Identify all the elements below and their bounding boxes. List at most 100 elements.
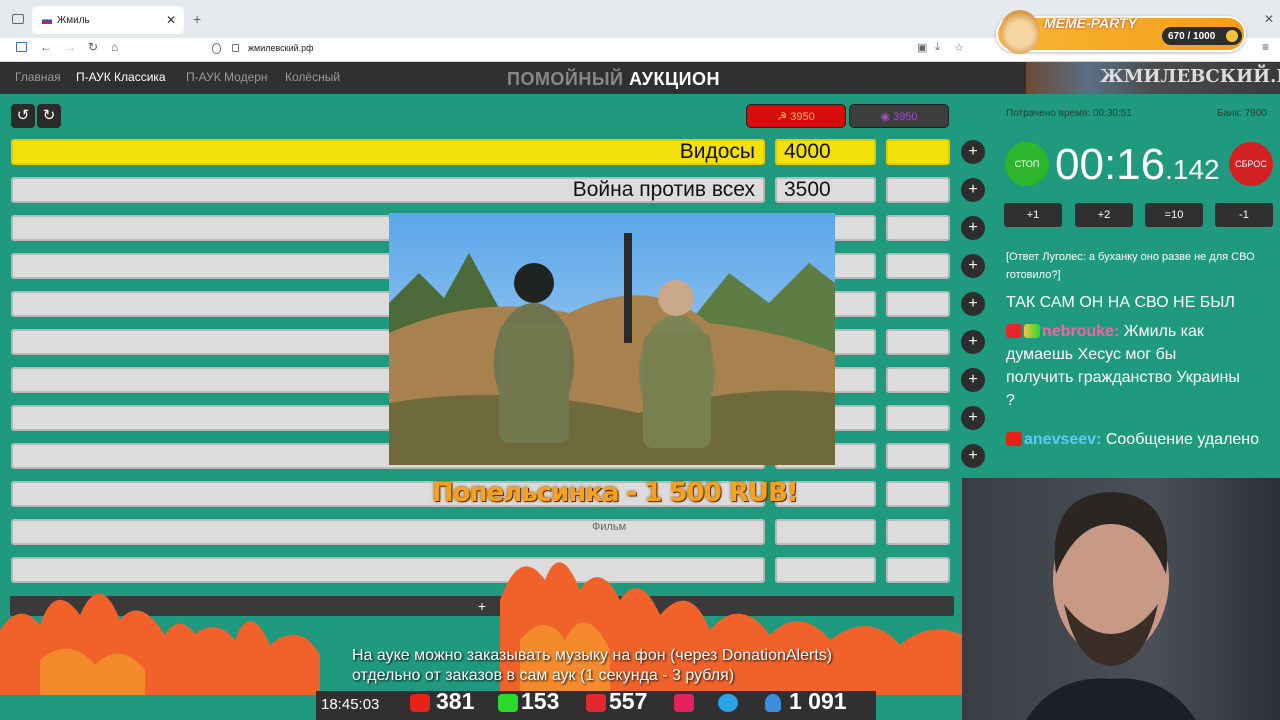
chat-message: ТАК САМ ОН НА СВО НЕ БЫЛ bbox=[1006, 294, 1235, 311]
stream-clock: 18:45:03 bbox=[321, 696, 380, 713]
reload-icon[interactable]: ↻ bbox=[88, 40, 98, 54]
bank-value: Банк: 7900 bbox=[1217, 108, 1267, 119]
lot-add-amount-field[interactable] bbox=[886, 329, 950, 355]
minus-1-button[interactable]: -1 bbox=[1215, 203, 1273, 227]
undo-button[interactable]: ↺ bbox=[11, 104, 35, 128]
kick-icon bbox=[498, 694, 518, 712]
sidebar-toggle-icon[interactable] bbox=[12, 14, 24, 24]
total-purple: ◉ 3950 bbox=[849, 104, 949, 128]
chat-reply: [Ответ Луголес: а буханку оно разве не д… bbox=[1006, 251, 1255, 281]
ticker-line2: отдельно от заказов в сам аук (1 секунда… bbox=[352, 667, 735, 684]
lot-add-amount-field[interactable] bbox=[886, 405, 950, 431]
add-bid-button[interactable]: + bbox=[961, 406, 985, 430]
new-tab-button[interactable]: + bbox=[193, 11, 201, 27]
youtube-badge-icon bbox=[1006, 432, 1022, 446]
total-purple-value: 3950 bbox=[893, 111, 918, 123]
redo-button[interactable]: ↻ bbox=[37, 104, 61, 128]
meme-counter: 670 / 1000 bbox=[1162, 27, 1242, 45]
youtube-count: 381 bbox=[436, 688, 475, 714]
bookmark-icon[interactable]: ☆ bbox=[954, 41, 964, 54]
meme-party-widget[interactable]: MEME-PARTY 670 / 1000 bbox=[996, 10, 1246, 54]
lot-name-field[interactable]: Видосы bbox=[11, 139, 765, 165]
nav-wheel[interactable]: Колёсный bbox=[285, 70, 340, 84]
url-text[interactable]: жмилевский.рф bbox=[248, 43, 314, 53]
viewers-count: 1 091 bbox=[789, 688, 847, 714]
shield-icon[interactable] bbox=[212, 43, 221, 54]
kick-count: 153 bbox=[521, 688, 560, 714]
doge-icon bbox=[1000, 10, 1040, 54]
reader-icon[interactable]: ▣ bbox=[917, 41, 927, 54]
nav-classic[interactable]: П-АУК Классика bbox=[76, 70, 166, 84]
vk-count: 557 bbox=[609, 688, 648, 714]
add-bid-button[interactable]: + bbox=[961, 444, 985, 468]
lot-add-amount-field[interactable] bbox=[886, 215, 950, 241]
timer-ms: .142 bbox=[1165, 154, 1220, 185]
coin-icon bbox=[1226, 30, 1238, 42]
page-title: ПОМОЙНЫЙ АУКЦИОН bbox=[507, 69, 720, 90]
close-window-icon[interactable]: ✕ bbox=[1264, 12, 1274, 26]
nav-modern[interactable]: П-АУК Модерн bbox=[186, 70, 268, 84]
sub-badge-icon bbox=[1024, 324, 1040, 338]
stop-button[interactable]: СТОП bbox=[1005, 142, 1049, 186]
donation-alert: Попельсинка - 1 500 RUB! bbox=[432, 478, 799, 508]
browser-tab[interactable]: Жмиль ✕ bbox=[32, 6, 184, 34]
chat-username: anevseev: bbox=[1024, 431, 1102, 448]
timer-main: 00:16 bbox=[1055, 140, 1166, 189]
add-bid-button[interactable]: + bbox=[961, 216, 985, 240]
vk-badge-icon bbox=[1006, 324, 1022, 338]
add-bid-button[interactable]: + bbox=[961, 368, 985, 392]
add-bid-button[interactable]: + bbox=[961, 330, 985, 354]
back-icon[interactable]: ← bbox=[40, 40, 52, 54]
tab-close-icon[interactable]: ✕ bbox=[166, 13, 176, 27]
menu-icon[interactable]: ≡ bbox=[1262, 40, 1269, 54]
add-bid-button[interactable]: + bbox=[961, 140, 985, 164]
film-label: Фильм bbox=[592, 521, 627, 533]
forward-icon[interactable]: → bbox=[64, 40, 76, 54]
lot-add-amount-field[interactable] bbox=[886, 291, 950, 317]
meme-counter-text: 670 / 1000 bbox=[1168, 30, 1216, 42]
lock-icon bbox=[232, 44, 239, 52]
chat-message: nebrouke: Жмиль как думаешь Хесус мог бы… bbox=[1006, 320, 1246, 412]
telegram-icon bbox=[718, 694, 738, 712]
youtube-icon bbox=[410, 694, 430, 712]
time-spent: Потрачено время: 00:30:51 bbox=[1006, 108, 1132, 119]
vk-live-icon bbox=[586, 694, 606, 712]
lot-name-field[interactable]: Война против всех bbox=[11, 177, 765, 203]
tabs-icon[interactable] bbox=[16, 42, 27, 52]
total-red-value: 3950 bbox=[790, 111, 815, 123]
viewers-icon bbox=[765, 694, 781, 712]
lot-add-amount-field[interactable] bbox=[886, 443, 950, 469]
set-10-button[interactable]: =10 bbox=[1145, 203, 1203, 227]
lot-value-field[interactable]: 3500 bbox=[775, 177, 876, 203]
add-1-button[interactable]: +1 bbox=[1004, 203, 1062, 227]
lot-add-amount-field[interactable] bbox=[886, 177, 950, 203]
reset-button[interactable]: СБРОС bbox=[1229, 142, 1273, 186]
add-bid-button[interactable]: + bbox=[961, 292, 985, 316]
chat-panel: [Ответ Луголес: а буханку оно разве не д… bbox=[996, 236, 1280, 478]
lot-add-amount-field[interactable] bbox=[886, 253, 950, 279]
lot-add-amount-field[interactable] bbox=[886, 481, 950, 507]
add-bid-button[interactable]: + bbox=[961, 178, 985, 202]
chat-username: nebrouke: bbox=[1042, 323, 1120, 340]
download-icon[interactable]: ⤓ bbox=[935, 41, 940, 54]
lot-add-amount-field[interactable] bbox=[886, 367, 950, 393]
video-overlay bbox=[389, 213, 835, 465]
tab-title: Жмиль bbox=[57, 14, 90, 26]
home-icon[interactable]: ⌂ bbox=[111, 40, 118, 54]
ticker-line1: На ауке можно заказывать музыку на фон (… bbox=[352, 647, 833, 664]
meme-party-title: MEME-PARTY bbox=[1044, 15, 1137, 31]
lot-add-amount-field[interactable] bbox=[886, 139, 950, 165]
add-2-button[interactable]: +2 bbox=[1075, 203, 1133, 227]
site-logo: ЖМИЛЕВСКИЙ.РФ bbox=[1026, 62, 1280, 94]
title-part2: АУКЦИОН bbox=[628, 69, 721, 89]
total-red: ☭ 3950 bbox=[746, 104, 846, 128]
lot-value-field[interactable]: 4000 bbox=[775, 139, 876, 165]
nav-home[interactable]: Главная bbox=[15, 70, 61, 84]
add-bid-button[interactable]: + bbox=[961, 254, 985, 278]
timer-display: 00:16.142 bbox=[1055, 140, 1220, 190]
streamer-face bbox=[1026, 492, 1196, 720]
title-part1: ПОМОЙНЫЙ bbox=[507, 69, 624, 89]
flag-icon bbox=[42, 16, 52, 24]
chat-message: anevseev: Сообщение удалено bbox=[1006, 428, 1276, 451]
video-icon bbox=[674, 694, 694, 712]
